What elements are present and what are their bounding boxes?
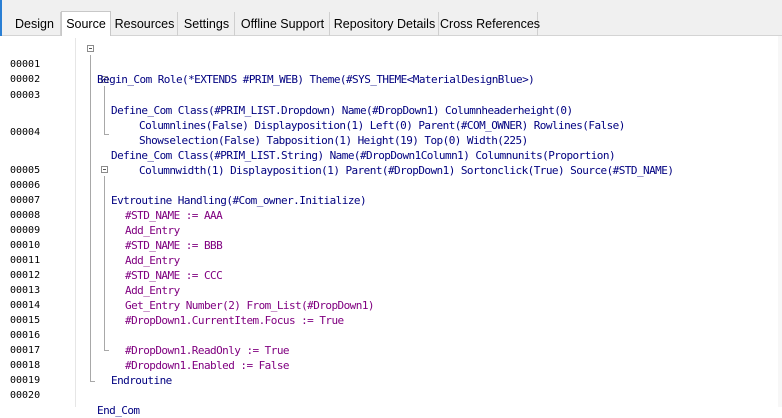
code-line: 00013 Get_Entry Number(2) From_List(#Dro… [0, 268, 782, 312]
code-line: 00018 Endroutine [0, 343, 782, 387]
tab-bar: Design Source Resources Settings Offline… [0, 0, 782, 37]
code-line: 00020 End_Com [0, 373, 782, 417]
code-line: 00008 Add_Entry [0, 193, 782, 237]
code-line: 00010 Add_Entry [0, 223, 782, 267]
code-line: 00011 #STD_NAME := CCC [0, 238, 782, 282]
code-line: 00002 [0, 57, 782, 85]
code-line: Showselection(False) Tabposition(1) Heig… [0, 103, 782, 147]
code-line: 00009 #STD_NAME := BBB [0, 208, 782, 252]
code-line: 00006 Evtroutine Handling(#Com_owner.Ini… [0, 163, 782, 207]
tab-resources[interactable]: Resources [112, 12, 178, 36]
code-line: Columnwidth(1) Displayposition(1) Parent… [0, 133, 782, 177]
tab-bar-accent [0, 0, 2, 36]
code-line: 00001 Begin_Com Role(*EXTENDS #PRIM_WEB)… [0, 42, 782, 86]
tab-repository-details[interactable]: Repository Details [331, 12, 439, 36]
code-line: 00016 #DropDown1.ReadOnly := True [0, 313, 782, 357]
tab-design[interactable]: Design [9, 12, 61, 36]
code-text[interactable]: End_Com [97, 403, 140, 418]
tab-cross-references[interactable]: Cross References [440, 12, 540, 36]
code-line: 00007 #STD_NAME := AAA [0, 178, 782, 222]
code-line: 00014 #DropDown1.CurrentItem.Focus := Tr… [0, 283, 782, 327]
tab-offline-support[interactable]: Offline Support [236, 12, 330, 36]
code-line: 00017 #Dropdown1.Enabled := False [0, 328, 782, 372]
code-line: 00004 Define_Com Class(#PRIM_LIST.String… [0, 118, 782, 162]
code-line: 00012 Add_Entry [0, 253, 782, 297]
code-line: Columnlines(False) Displayposition(1) Le… [0, 88, 782, 132]
line-number: 00020 [10, 390, 41, 401]
code-line: 00005 [0, 148, 782, 176]
tab-settings[interactable]: Settings [179, 12, 235, 36]
code-line: 00019 [0, 358, 782, 386]
tab-source[interactable]: Source [61, 11, 111, 37]
code-line: 00003 Define_Com Class(#PRIM_LIST.Dropdo… [0, 73, 782, 117]
code-line: 00015 [0, 298, 782, 326]
